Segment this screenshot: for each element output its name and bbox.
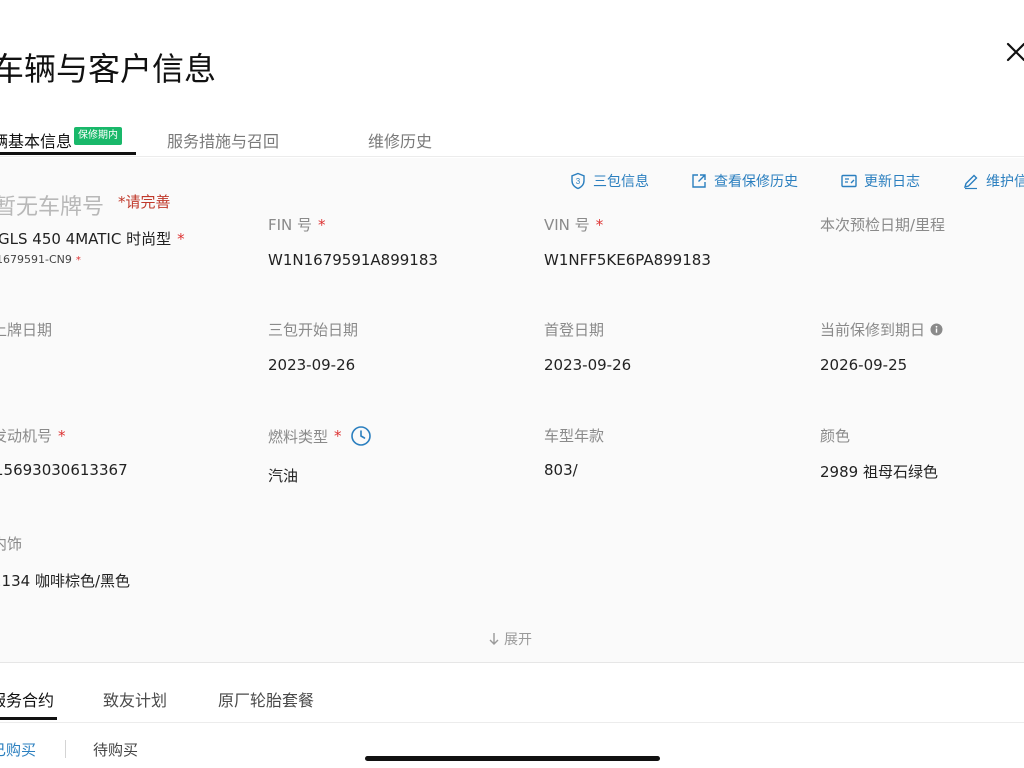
section-divider xyxy=(0,662,1024,663)
view-warranty-history-link[interactable]: 查看保修历史 xyxy=(690,171,798,191)
interior-label: 内饰 xyxy=(0,535,23,553)
warranty-expiry-label: 当前保修到期日 xyxy=(820,319,943,340)
vehicle-code-text: 1679591-CN9 xyxy=(0,253,72,266)
fin-value: W1N1679591A899183 xyxy=(268,251,438,269)
plate-required-hint: *请完善 xyxy=(118,193,171,211)
vehicle-model-text: GLS 450 4MATIC 时尚型 xyxy=(0,230,172,248)
required-mark: * xyxy=(318,216,326,234)
vehicle-code: 1679591-CN9 * xyxy=(0,253,81,266)
fuel-type-label: 燃料类型 * xyxy=(268,425,372,447)
external-link-icon xyxy=(692,174,706,188)
tab-zhiyou-plan[interactable]: 致友计划 xyxy=(103,687,167,711)
required-mark: * xyxy=(595,216,604,234)
color-label: 颜色 xyxy=(820,427,851,445)
subtab-separator xyxy=(65,740,66,758)
active-tab-indicator xyxy=(0,152,136,155)
precheck-date-mileage-label: 本次预检日期/里程 xyxy=(820,216,946,234)
warranty-status-badge: 保修期内 xyxy=(74,127,122,145)
update-log-label: 更新日志 xyxy=(864,174,920,190)
fuel-type-label-text: 燃料类型 xyxy=(268,427,329,446)
warranty-expiry-value: 2026-09-25 xyxy=(820,356,908,374)
shield-3-icon: 3 xyxy=(571,172,585,190)
bottom-tabs-divider xyxy=(0,722,1024,723)
vin-label: VIN 号 * xyxy=(544,214,603,235)
warranty-start-value: 2023-09-26 xyxy=(268,356,356,374)
warranty-3-info-link[interactable]: 3 三包信息 xyxy=(569,171,649,191)
clock-icon[interactable] xyxy=(350,425,372,447)
active-bottom-tab-indicator xyxy=(0,717,57,720)
close-icon[interactable] xyxy=(998,34,1024,70)
tabs-divider xyxy=(0,156,1024,157)
registration-date-label: 上牌日期 xyxy=(0,321,53,339)
maintain-info-link[interactable]: 维护信 xyxy=(962,171,1024,191)
color-value: 2989 祖母石绿色 xyxy=(820,463,938,481)
license-plate[interactable]: 暂无车牌号 xyxy=(0,189,104,221)
required-mark: * xyxy=(58,427,66,445)
engine-number-label: 发动机号 * xyxy=(0,425,66,446)
vehicle-model: GLS 450 4MATIC 时尚型 * xyxy=(0,228,185,249)
arrow-down-icon xyxy=(489,633,499,645)
log-update-icon xyxy=(841,174,857,188)
model-year-value: 803/ xyxy=(544,461,578,479)
page-title: 车辆与客户信息 xyxy=(0,50,217,88)
required-mark: * xyxy=(177,230,185,248)
fuel-type-value: 汽油 xyxy=(268,467,299,485)
tab-basic-info[interactable]: 辆基本信息 xyxy=(0,128,72,152)
warranty-start-label: 三包开始日期 xyxy=(268,321,359,339)
required-mark: * xyxy=(75,255,81,266)
interior-value: 2134 咖啡棕色/黑色 xyxy=(0,572,130,590)
warranty-expiry-label-text: 当前保修到期日 xyxy=(820,321,926,339)
vin-value: W1NFF5KE6PA899183 xyxy=(544,251,711,269)
model-year-label: 车型年款 xyxy=(544,427,605,445)
view-warranty-history-label: 查看保修历史 xyxy=(714,174,798,190)
warranty-3-info-label: 三包信息 xyxy=(593,174,649,190)
subtab-purchased[interactable]: 已购买 xyxy=(0,739,36,760)
svg-text:3: 3 xyxy=(576,177,581,186)
tab-service-contract[interactable]: 服务合约 xyxy=(0,687,54,711)
expand-button[interactable]: 展开 xyxy=(488,629,532,649)
fin-label: FIN 号 * xyxy=(268,214,326,235)
engine-number-value: 15693030613367 xyxy=(0,461,128,479)
fin-label-text: FIN 号 xyxy=(268,216,313,234)
edit-pencil-icon xyxy=(963,174,978,190)
required-mark: * xyxy=(334,427,342,445)
first-registration-value: 2023-09-26 xyxy=(544,356,632,374)
tab-service-recall[interactable]: 服务措施与召回 xyxy=(167,128,279,152)
info-icon[interactable] xyxy=(930,323,943,336)
maintain-info-label: 维护信 xyxy=(986,174,1024,190)
expand-label: 展开 xyxy=(504,632,532,648)
tab-repair-history[interactable]: 维修历史 xyxy=(368,128,432,152)
home-indicator[interactable] xyxy=(365,756,660,761)
subtab-to-purchase[interactable]: 待购买 xyxy=(93,739,138,760)
update-log-link[interactable]: 更新日志 xyxy=(840,171,920,191)
engine-number-label-text: 发动机号 xyxy=(0,427,53,445)
first-registration-label: 首登日期 xyxy=(544,321,605,339)
tab-tire-package[interactable]: 原厂轮胎套餐 xyxy=(218,687,314,711)
vin-label-text: VIN 号 xyxy=(544,216,590,234)
